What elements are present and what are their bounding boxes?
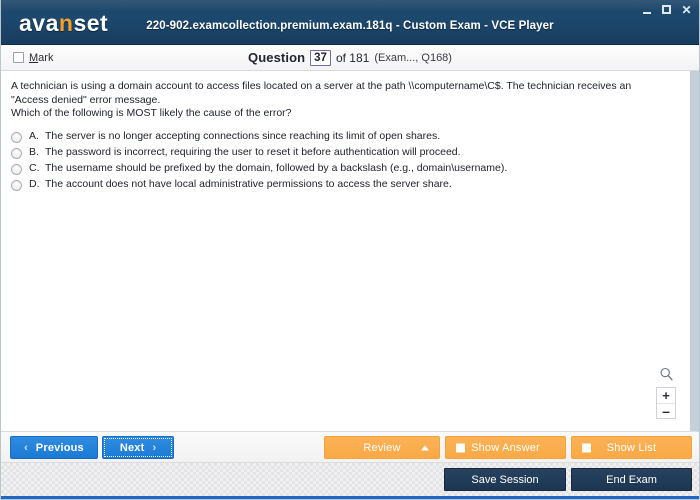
zoom-control-group: + – (656, 363, 676, 419)
review-button[interactable]: Review (324, 436, 440, 459)
next-button[interactable]: Next › (102, 436, 174, 459)
question-text-line-2: Which of the following is MOST likely th… (11, 107, 292, 119)
radio-button-d[interactable] (11, 179, 22, 191)
radio-button-a[interactable] (11, 131, 22, 143)
chevron-right-icon: › (152, 441, 157, 454)
answer-text-c: The username should be prefixed by the d… (45, 161, 508, 174)
checkbox-square-icon (582, 443, 591, 452)
radio-button-b[interactable] (11, 147, 22, 159)
answer-text-b: The password is incorrect, requiring the… (45, 145, 461, 158)
question-context-label: (Exam..., Q168) (374, 51, 452, 64)
answer-text-d: The account does not have local administ… (45, 177, 452, 190)
show-list-button-label: Show List (606, 441, 657, 454)
previous-button[interactable]: ‹ Previous (10, 436, 98, 459)
end-exam-button-label: End Exam (606, 473, 657, 486)
end-exam-button[interactable]: End Exam (571, 468, 692, 491)
search-icon (660, 367, 673, 380)
answer-option-b[interactable]: B. The password is incorrect, requiring … (11, 146, 690, 162)
maximize-button[interactable] (660, 3, 673, 16)
show-answer-button[interactable]: Show Answer (445, 436, 566, 459)
save-session-button[interactable]: Save Session (444, 468, 566, 491)
zoom-out-button[interactable]: – (657, 403, 675, 418)
window-controls: ✕ (640, 3, 693, 16)
answer-option-a[interactable]: A. The server is no longer accepting con… (11, 130, 690, 146)
next-button-label: Next (119, 441, 145, 454)
radio-button-c[interactable] (11, 163, 22, 175)
chevron-left-icon: ‹ (24, 441, 28, 454)
navigation-toolbar: ‹ Previous Next › Review Show Answer Sho… (1, 431, 699, 463)
chevron-up-icon (421, 445, 429, 450)
review-button-label: Review (363, 441, 401, 454)
show-list-button[interactable]: Show List (571, 436, 692, 459)
window-title: 220-902.examcollection.premium.exam.181q… (146, 20, 554, 32)
question-total-label: of 181 (335, 50, 370, 65)
answer-letter-b: B. (29, 145, 39, 158)
answer-letter-a: A. (29, 129, 39, 142)
minimize-button[interactable] (640, 3, 653, 16)
zoom-buttons: + – (656, 387, 676, 419)
question-word-label: Question (248, 50, 306, 65)
answer-letter-d: D. (29, 177, 40, 190)
show-answer-button-label: Show Answer (471, 441, 540, 454)
zoom-in-button[interactable]: + (657, 388, 675, 403)
question-content-panel: A technician is using a domain account t… (1, 71, 699, 431)
answer-option-d[interactable]: D. The account does not have local admin… (11, 178, 690, 194)
close-icon: ✕ (681, 2, 692, 17)
question-text-line-1: A technician is using a domain account t… (11, 80, 632, 106)
save-session-button-label: Save Session (471, 473, 539, 486)
previous-button-label: Previous (35, 441, 84, 454)
vce-player-window: avanset 220-902.examcollection.premium.e… (0, 0, 700, 500)
maximize-icon (662, 5, 671, 14)
question-number-input[interactable]: 37 (310, 49, 331, 66)
question-header-bar: Mark Question 37 of 181 (Exam..., Q168) (1, 45, 699, 71)
title-bar: avanset 220-902.examcollection.premium.e… (1, 0, 699, 45)
answer-text-a: The server is no longer accepting connec… (45, 129, 441, 142)
checkbox-square-icon (456, 443, 465, 452)
answer-options-list: A. The server is no longer accepting con… (1, 130, 690, 194)
status-bar: Save Session End Exam (1, 463, 699, 499)
question-counter: Question 37 of 181 (Exam..., Q168) (1, 49, 699, 66)
answer-option-c[interactable]: C. The username should be prefixed by th… (11, 162, 690, 178)
magnifier-button[interactable] (656, 363, 676, 385)
minimize-icon (642, 11, 651, 14)
question-text: A technician is using a domain account t… (1, 71, 690, 121)
close-button[interactable]: ✕ (680, 3, 693, 16)
answer-letter-c: C. (29, 161, 40, 174)
